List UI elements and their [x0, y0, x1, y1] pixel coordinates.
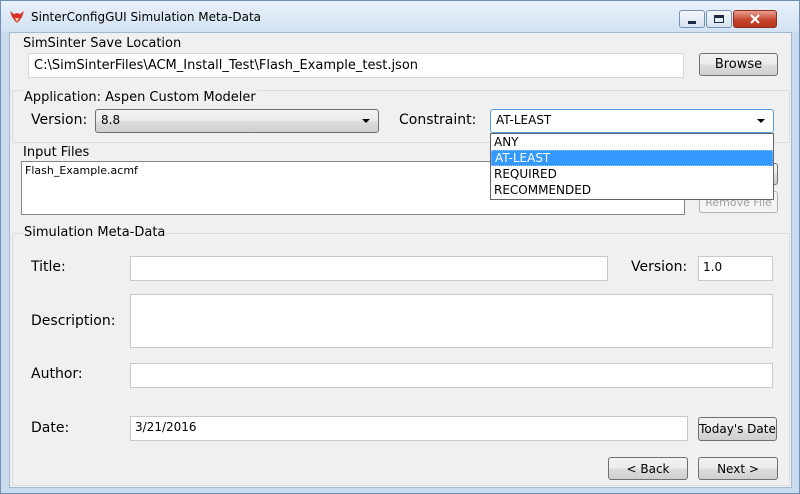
chevron-down-icon — [362, 119, 370, 123]
fox-app-icon — [10, 11, 24, 23]
constraint-value: AT-LEAST — [496, 113, 552, 127]
constraint-option-any[interactable]: ANY — [491, 134, 773, 150]
application-heading: Application: Aspen Custom Modeler — [23, 90, 257, 105]
constraint-combo[interactable]: AT-LEAST — [490, 109, 774, 133]
input-files-heading: Input Files — [23, 145, 90, 160]
constraint-label: Constraint: — [399, 112, 477, 128]
meta-version-label: Version: — [631, 259, 688, 275]
close-icon[interactable] — [733, 10, 777, 28]
constraint-option-recommended[interactable]: RECOMMENDED — [491, 182, 773, 198]
maximize-icon[interactable] — [706, 10, 732, 28]
description-label: Description: — [31, 313, 116, 329]
window-title: SinterConfigGUI Simulation Meta-Data — [31, 10, 262, 24]
title-input[interactable] — [130, 256, 608, 281]
app-window: SinterConfigGUI Simulation Meta-Data Sim… — [0, 0, 800, 494]
save-location-heading: SimSinter Save Location — [23, 36, 182, 51]
description-input[interactable] — [130, 294, 773, 348]
constraint-option-at-least[interactable]: AT-LEAST — [491, 150, 773, 166]
title-bar[interactable]: SinterConfigGUI Simulation Meta-Data — [1, 1, 799, 32]
app-version-combo[interactable]: 8.8 — [95, 109, 379, 133]
next-button[interactable]: Next > — [698, 457, 778, 480]
chevron-down-icon — [757, 119, 765, 123]
date-label: Date: — [31, 420, 70, 436]
minimize-icon[interactable] — [679, 10, 705, 28]
back-button[interactable]: < Back — [608, 457, 688, 480]
author-input[interactable] — [130, 363, 773, 388]
constraint-dropdown-list: ANY AT-LEAST REQUIRED RECOMMENDED — [490, 133, 774, 200]
author-label: Author: — [31, 366, 83, 382]
window-controls — [678, 10, 777, 28]
date-input[interactable]: 3/21/2016 — [130, 416, 688, 441]
browse-button[interactable]: Browse — [699, 53, 778, 76]
todays-date-button[interactable]: Today's Date — [698, 417, 777, 441]
save-path-field[interactable]: C:\SimSinterFiles\ACM_Install_Test\Flash… — [28, 53, 684, 78]
client-area: SimSinter Save Location C:\SimSinterFile… — [9, 32, 792, 488]
title-label: Title: — [31, 259, 66, 275]
app-version-value: 8.8 — [101, 113, 121, 127]
constraint-option-required[interactable]: REQUIRED — [491, 166, 773, 182]
meta-data-heading: Simulation Meta-Data — [23, 225, 167, 240]
app-version-label: Version: — [31, 112, 88, 128]
meta-version-input[interactable]: 1.0 — [698, 256, 773, 281]
